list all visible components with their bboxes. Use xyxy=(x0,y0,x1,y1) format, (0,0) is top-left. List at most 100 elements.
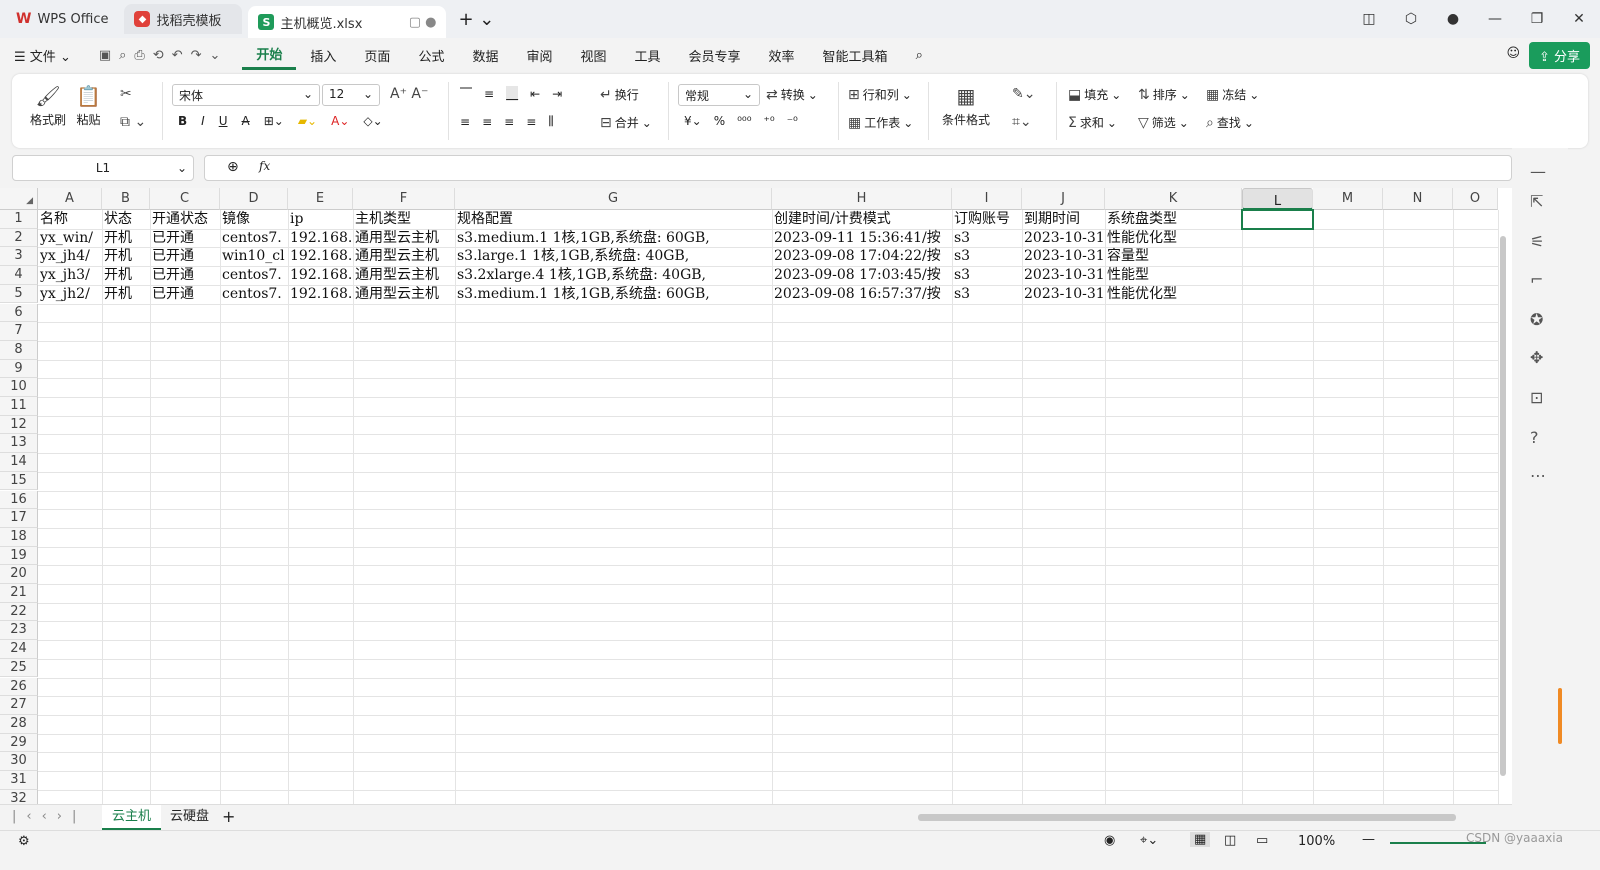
align-top-group[interactable]: ⎺ ≡ ⎽ ⇤ ⇥ xyxy=(460,86,562,101)
cell-F2[interactable]: 通用型云主机 xyxy=(353,229,454,247)
ai-icon[interactable]: ✪ xyxy=(1530,310,1543,329)
column-header-N[interactable]: N xyxy=(1383,188,1453,210)
cell-B5[interactable]: 开机 xyxy=(102,285,149,303)
cell-E3[interactable]: 192.168. xyxy=(288,247,352,265)
cell-B1[interactable]: 状态 xyxy=(102,210,149,228)
wrap-button[interactable]: ↵ 换行 xyxy=(600,86,639,103)
menu-view[interactable]: 视图 xyxy=(566,46,620,65)
fx-icon[interactable]: fx xyxy=(259,159,270,173)
column-header-A[interactable]: A xyxy=(38,188,102,210)
tab-wps-office[interactable]: W WPS Office xyxy=(6,4,118,34)
cell-K2[interactable]: 性能优化型 xyxy=(1105,229,1241,247)
cell-H3[interactable]: 2023-09-08 17:04:22/按 xyxy=(772,247,951,265)
cell-E5[interactable]: 192.168. xyxy=(288,285,352,303)
number-format-select[interactable]: 常规 ⌄ xyxy=(678,84,760,106)
column-header-M[interactable]: M xyxy=(1313,188,1383,210)
row-header-15[interactable]: 15 xyxy=(0,471,38,491)
cell-H5[interactable]: 2023-09-08 16:57:37/按 xyxy=(772,285,951,303)
row-header-25[interactable]: 25 xyxy=(0,658,38,678)
row-header-27[interactable]: 27 xyxy=(0,696,38,715)
row-header-23[interactable]: 23 xyxy=(0,621,38,641)
menu-page[interactable]: 页面 xyxy=(350,46,404,65)
column-header-L[interactable]: L xyxy=(1242,188,1313,210)
menu-home[interactable]: 开始 xyxy=(242,44,297,70)
font-style-group[interactable]: B I U A ⊞⌄ ▰⌄ A⌄ ◇⌄ xyxy=(178,114,383,128)
tab-status-icon[interactable]: ▢ ● xyxy=(409,15,437,30)
menu-smart-toolbox[interactable]: 智能工具箱 xyxy=(809,46,902,65)
column-header-E[interactable]: E xyxy=(288,188,353,210)
cell-F1[interactable]: 主机类型 xyxy=(353,210,454,228)
share-button[interactable]: ⇪ 分享 xyxy=(1528,42,1590,69)
format-painter-button[interactable]: 🖌 格式刷 xyxy=(30,84,66,128)
cell-K3[interactable]: 容量型 xyxy=(1105,247,1241,265)
menu-formula[interactable]: 公式 xyxy=(404,46,458,65)
cell-I4[interactable]: s3 xyxy=(952,266,1021,284)
column-header-O[interactable]: O xyxy=(1453,188,1498,210)
row-header-5[interactable]: 5 xyxy=(0,284,38,304)
cell-C5[interactable]: 已开通 xyxy=(150,285,219,303)
close-icon[interactable]: ✕ xyxy=(1558,11,1600,27)
cell-D3[interactable]: win10_cl xyxy=(220,247,287,265)
minimize-icon[interactable]: — xyxy=(1474,11,1516,27)
highlight-icon[interactable]: ▰⌄ xyxy=(298,114,317,128)
crop-icon[interactable]: ⌗⌄ xyxy=(1012,114,1032,130)
font-select[interactable]: 宋体 ⌄ xyxy=(172,84,320,106)
cell-G1[interactable]: 规格配置 xyxy=(455,210,771,228)
cell-J1[interactable]: 到期时间 xyxy=(1022,210,1104,228)
column-header-H[interactable]: H xyxy=(772,188,952,210)
border-icon[interactable]: ⊞⌄ xyxy=(264,114,284,128)
formula-input[interactable]: ⊕ fx xyxy=(204,155,1512,181)
file-menu[interactable]: ☰ 文件 ⌄ xyxy=(0,46,85,65)
copy-icon[interactable]: ⧉ ⌄ xyxy=(120,114,146,130)
row-header-19[interactable]: 19 xyxy=(0,546,38,566)
cell-I1[interactable]: 订购账号 xyxy=(952,210,1021,228)
restore-icon[interactable]: ❐ xyxy=(1516,11,1558,27)
tab-spreadsheet[interactable]: S 主机概览.xlsx ▢ ● xyxy=(248,6,447,38)
number-format-group[interactable]: ¥⌄% ⁰⁰⁰ ⁺⁰ ⁻⁰ xyxy=(684,114,798,128)
cell-J2[interactable]: 2023-10-31 xyxy=(1022,229,1104,247)
row-header-28[interactable]: 28 xyxy=(0,714,38,734)
cell-A3[interactable]: yx_jh4/ xyxy=(38,247,101,265)
row-header-24[interactable]: 24 xyxy=(0,640,38,659)
menu-review[interactable]: 审阅 xyxy=(512,46,566,65)
row-header-22[interactable]: 22 xyxy=(0,602,38,622)
worksheet-button[interactable]: ▦ 工作表 ⌄ xyxy=(848,114,913,131)
paste-button[interactable]: 📋 粘贴 xyxy=(76,84,101,128)
bold-icon[interactable]: B xyxy=(178,114,187,128)
column-header-F[interactable]: F xyxy=(353,188,455,210)
cell-K5[interactable]: 性能优化型 xyxy=(1105,285,1241,303)
row-header-9[interactable]: 9 xyxy=(0,359,38,379)
cell-E4[interactable]: 192.168. xyxy=(288,266,352,284)
zoom-level[interactable]: 100% xyxy=(1298,834,1335,849)
cut-icon[interactable]: ✂ xyxy=(120,86,132,102)
macro-icon[interactable]: ⚙ xyxy=(18,834,30,849)
adjust-icon[interactable]: ⚟ xyxy=(1530,232,1544,251)
sheet-tab-cloud-disk[interactable]: 云硬盘 xyxy=(160,805,219,830)
spreadsheet-grid[interactable]: ◢ A B C D E F G H I J K L M N O 1 2 3 4 5 6 7 8 9 10 11 12 13 14 15 16… xyxy=(0,188,1512,804)
new-tab-icon[interactable]: + ⌄ xyxy=(458,9,494,30)
row-header-18[interactable]: 18 xyxy=(0,527,38,547)
underline-icon[interactable]: U xyxy=(219,114,228,128)
row-header-1[interactable]: 1 xyxy=(0,210,38,229)
cell-E1[interactable]: ip xyxy=(288,210,352,228)
row-header-13[interactable]: 13 xyxy=(0,434,38,454)
tab-template[interactable]: ◆ 找稻壳模板 xyxy=(124,4,243,34)
italic-icon[interactable]: I xyxy=(201,114,205,128)
cell-G4[interactable]: s3.2xlarge.4 1核,1GB,系统盘: 40GB, xyxy=(455,266,771,284)
row-header-20[interactable]: 20 xyxy=(0,565,38,584)
row-header-6[interactable]: 6 xyxy=(0,303,38,323)
cell-F4[interactable]: 通用型云主机 xyxy=(353,266,454,284)
frame-icon[interactable]: ⌐ xyxy=(1530,270,1543,289)
quick-access-icons[interactable]: ▣⌕⎙⟲↶↷⌄ xyxy=(85,48,243,63)
layout-icon[interactable]: ◫ xyxy=(1348,11,1390,27)
cell-A4[interactable]: yx_jh3/ xyxy=(38,266,101,284)
row-header-16[interactable]: 16 xyxy=(0,490,38,510)
cell-D1[interactable]: 镜像 xyxy=(220,210,287,228)
column-header-I[interactable]: I xyxy=(952,188,1022,210)
cell-G2[interactable]: s3.medium.1 1核,1GB,系统盘: 60GB, xyxy=(455,229,771,247)
zoom-formula-icon[interactable]: ⊕ xyxy=(227,159,239,175)
cell-A5[interactable]: yx_jh2/ xyxy=(38,285,101,303)
eye-protect-icon[interactable]: ◉ xyxy=(1104,833,1115,848)
name-box[interactable]: L1 ⌄ xyxy=(12,155,194,181)
convert-button[interactable]: ⇄ 转换 ⌄ xyxy=(766,86,818,103)
